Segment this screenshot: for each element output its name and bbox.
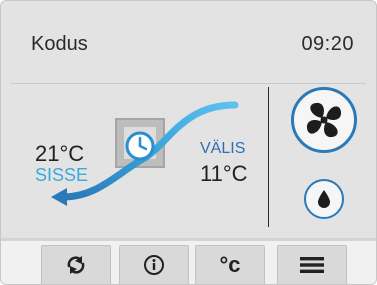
humidity-button[interactable] bbox=[304, 179, 344, 219]
arrow-head bbox=[51, 188, 67, 206]
menu-icon bbox=[300, 257, 324, 273]
refresh-arrows-icon bbox=[67, 256, 85, 274]
fan-icon bbox=[306, 102, 342, 138]
inside-label: SISSE bbox=[35, 165, 89, 185]
temperature-unit-icon: °c bbox=[219, 252, 241, 277]
header-divider bbox=[11, 83, 366, 84]
info-button[interactable] bbox=[119, 245, 189, 284]
header: Kodus 09:20 bbox=[1, 1, 376, 81]
inside-temperature: 21°C bbox=[35, 141, 85, 166]
water-drop-icon bbox=[318, 190, 330, 208]
outside-temperature: 11°C bbox=[200, 161, 248, 186]
refresh-button[interactable] bbox=[41, 245, 111, 284]
timer-icon[interactable] bbox=[125, 131, 155, 161]
fan-button[interactable] bbox=[291, 87, 357, 153]
temperature-unit-button[interactable]: °c bbox=[195, 245, 265, 284]
page-title: Kodus bbox=[31, 33, 88, 55]
bottom-toolbar: °c bbox=[1, 241, 376, 284]
clock: 09:20 bbox=[301, 33, 354, 55]
menu-button[interactable] bbox=[277, 245, 347, 284]
outside-label: VÄLIS bbox=[200, 140, 246, 157]
thermostat-screen: Kodus 09:20 21°C SISSE VÄLIS 11°C °c bbox=[0, 0, 377, 285]
info-icon bbox=[144, 255, 164, 275]
vertical-divider bbox=[268, 87, 269, 227]
